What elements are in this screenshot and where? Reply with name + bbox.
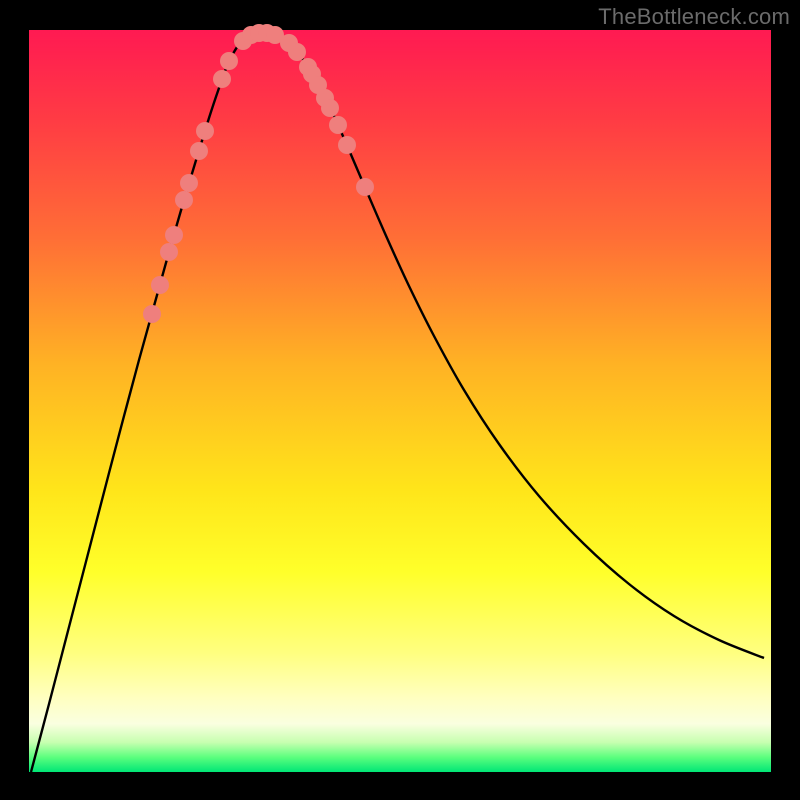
data-marker [190,142,208,160]
data-marker [356,178,374,196]
data-marker [180,174,198,192]
data-marker [220,52,238,70]
data-marker [288,43,306,61]
data-marker [165,226,183,244]
watermark-label: TheBottleneck.com [598,4,790,30]
data-marker [151,276,169,294]
markers [143,24,374,323]
data-marker [329,116,347,134]
data-marker [143,305,161,323]
data-marker [196,122,214,140]
plot-area [29,30,771,772]
data-marker [338,136,356,154]
data-marker [213,70,231,88]
chart-svg [29,30,771,772]
data-marker [175,191,193,209]
curve-line [31,33,764,772]
data-marker [160,243,178,261]
data-marker [321,99,339,117]
